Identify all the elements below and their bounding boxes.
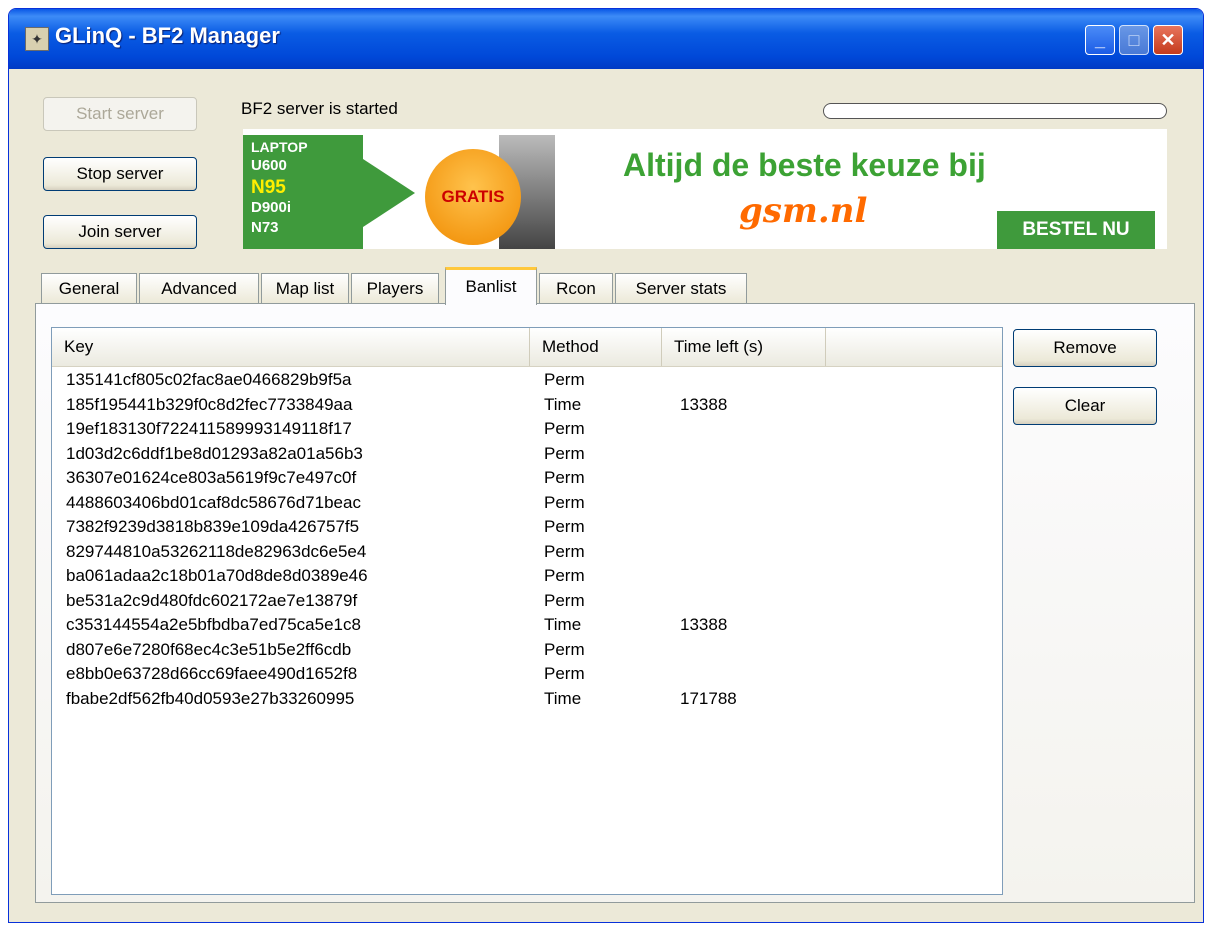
column-header-method[interactable]: Method [530,328,662,366]
table-row[interactable]: c353144554a2e5bfbdba7ed75ca5e1c8 Time 1338… [52,613,1002,638]
start-server-button[interactable]: Start server [43,97,197,131]
table-body: 135141cf805c02fac8ae0466829b9f5a Perm 185f… [52,368,1002,711]
gratis-badge: GRATIS [425,149,521,245]
window-title: GLinQ - BF2 Manager [55,23,280,48]
tab-players[interactable]: Players [351,273,439,303]
cell-method: Perm [544,541,585,561]
table-row[interactable]: ba061adaa2c18b01a70d8de8d0389e46 Perm [52,564,1002,589]
cell-time-left: 13388 [680,615,728,634]
cell-key: 4488603406bd01caf8dc58676d71beac [66,492,361,512]
close-button[interactable]: ✕ [1153,25,1183,55]
maximize-icon: □ [1128,30,1140,50]
cell-key: e8bb0e63728d66cc69faee490d1652f8 [66,664,358,683]
table-row[interactable]: 829744810a53262118de82963dc6e5e4 Perm [52,540,1002,565]
cell-method: Perm [544,370,585,389]
cell-key: ba061adaa2c18b01a70d8de8d0389e46 [66,566,368,585]
cell-key: 185f195441b329f0c8d2fec7733849aa [66,394,353,414]
progress-bar [823,103,1167,119]
table-row[interactable]: 185f195441b329f0c8d2fec7733849aa Time 1338… [52,393,1002,418]
banlist-table[interactable]: Key Method Time left (s) 135141cf805c02f… [51,327,1003,895]
cell-method: Perm [544,517,585,536]
cell-time-left: 13388 [680,394,728,414]
table-row[interactable]: 1d03d2c6ddf1be8d01293a82a01a56b3 Perm [52,442,1002,467]
title-bar[interactable]: ✦ GLinQ - BF2 Manager _ □ ✕ [9,9,1203,69]
maximize-button[interactable]: □ [1119,25,1149,55]
ad-model: N73 [251,219,279,236]
table-row[interactable]: fbabe2df562fb40d0593e27b33260995 Time 1717… [52,687,1002,712]
ad-model: N95 [251,177,286,198]
ad-headline: Altijd de beste keuze bij [623,147,986,183]
cell-method: Perm [544,639,585,659]
column-header-key[interactable]: Key [52,328,530,366]
table-row[interactable]: 4488603406bd01caf8dc58676d71beac Perm [52,491,1002,516]
tab-general[interactable]: General [41,273,137,303]
cell-key: d807e6e7280f68ec4c3e51b5e2ff6cdb [66,639,352,659]
minimize-icon: _ [1094,30,1105,50]
cell-method: Perm [544,443,585,463]
cell-key: 1d03d2c6ddf1be8d01293a82a01a56b3 [66,443,363,463]
ad-model: D900i [251,199,292,216]
cell-key: 7382f9239d3818b839e109da426757f5 [66,517,360,536]
bestel-nu-button[interactable]: BESTEL NU [997,211,1155,249]
cell-key: 36307e01624ce803a5619f9c7e497c0f [66,468,357,487]
app-icon: ✦ [25,27,49,51]
ad-logo: gsm.nl [739,191,868,231]
ad-model: LAPTOP [251,139,308,155]
cell-key: be531a2c9d480fdc602172ae7e13879f [66,590,358,610]
cell-method: Perm [544,419,585,438]
minimize-button[interactable]: _ [1085,25,1115,55]
cell-key: 829744810a53262118de82963dc6e5e4 [66,541,367,561]
cell-time-left: 171788 [680,688,737,708]
cell-method: Time [544,615,582,634]
table-header: Key Method Time left (s) [52,328,1002,367]
tab-rcon[interactable]: Rcon [539,273,613,303]
cell-key: c353144554a2e5bfbdba7ed75ca5e1c8 [66,615,361,634]
cell-method: Time [544,394,582,414]
arrow-icon [363,159,415,227]
table-row[interactable]: be531a2c9d480fdc602172ae7e13879f Perm [52,589,1002,614]
cell-method: Perm [544,492,585,512]
app-window: ✦ GLinQ - BF2 Manager _ □ ✕ Start server… [8,8,1204,923]
clear-button[interactable]: Clear [1013,387,1157,425]
table-row[interactable]: 36307e01624ce803a5619f9c7e497c0f Perm [52,466,1002,491]
cell-key: 135141cf805c02fac8ae0466829b9f5a [66,370,352,389]
cell-method: Perm [544,468,585,487]
cell-key: 19ef183130f722411589993149118f17 [66,419,352,438]
table-row[interactable]: 19ef183130f722411589993149118f17 Perm [52,417,1002,442]
cell-key: fbabe2df562fb40d0593e27b33260995 [66,688,355,708]
tab-banlist[interactable]: Banlist [445,267,537,305]
column-header-time-left[interactable]: Time left (s) [662,328,826,366]
table-row[interactable]: 135141cf805c02fac8ae0466829b9f5a Perm [52,368,1002,393]
tab-advanced[interactable]: Advanced [139,273,259,303]
close-icon: ✕ [1160,30,1176,50]
cell-method: Perm [544,566,585,585]
table-row[interactable]: 7382f9239d3818b839e109da426757f5 Perm [52,515,1002,540]
cell-method: Perm [544,590,585,610]
ad-model-list: LAPTOP U600 N95 D900i N73 [243,135,363,249]
table-row[interactable]: e8bb0e63728d66cc69faee490d1652f8 Perm [52,662,1002,687]
ad-model: U600 [251,157,287,174]
server-status: BF2 server is started [241,99,398,118]
table-row[interactable]: d807e6e7280f68ec4c3e51b5e2ff6cdb Perm [52,638,1002,663]
join-server-button[interactable]: Join server [43,215,197,249]
tab-server-stats[interactable]: Server stats [615,273,747,303]
cell-method: Time [544,688,582,708]
cell-method: Perm [544,664,585,683]
ad-banner[interactable]: LAPTOP U600 N95 D900i N73 GRATIS Altijd … [243,129,1167,249]
stop-server-button[interactable]: Stop server [43,157,197,191]
remove-button[interactable]: Remove [1013,329,1157,367]
tab-map-list[interactable]: Map list [261,273,349,303]
